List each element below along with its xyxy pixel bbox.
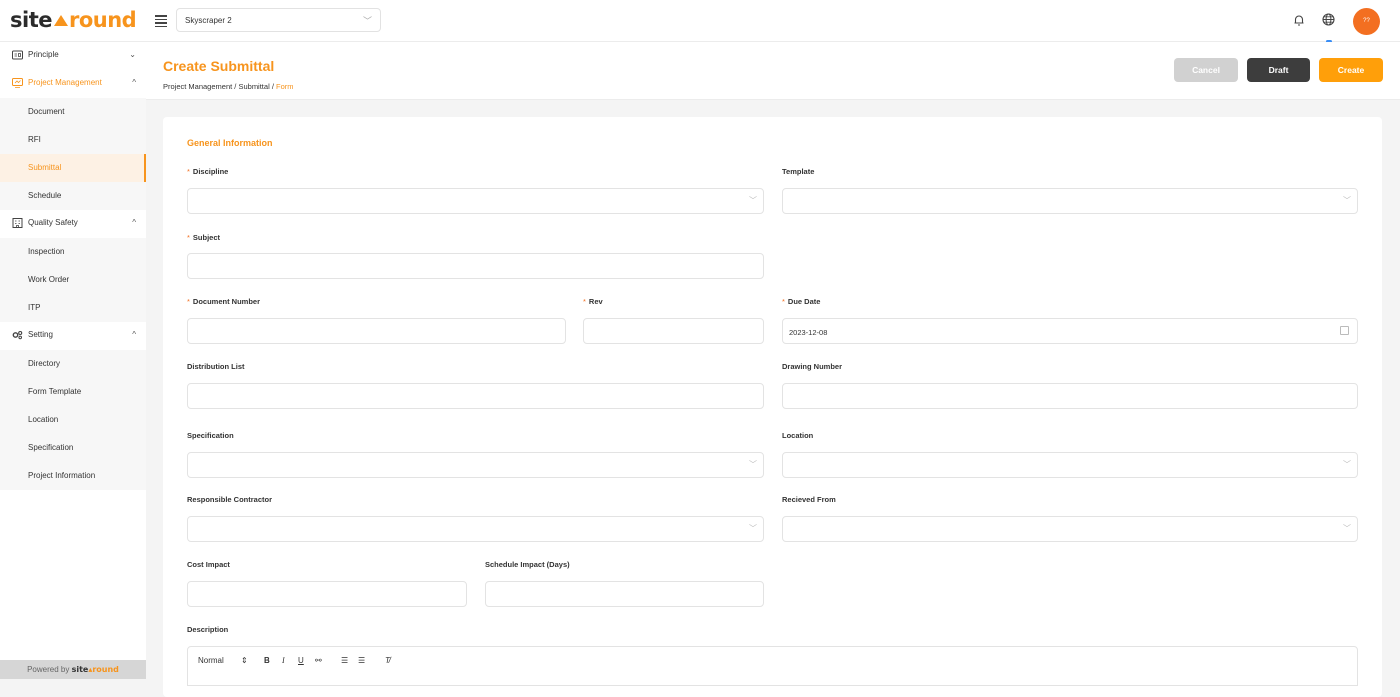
ordered-list-icon[interactable]: ☰ bbox=[341, 656, 348, 665]
document-number-input[interactable] bbox=[187, 318, 566, 344]
link-icon[interactable]: ⚯ bbox=[315, 656, 322, 665]
chevron-down-icon: ⌄ bbox=[129, 50, 136, 59]
avatar[interactable]: ?? bbox=[1353, 8, 1380, 35]
menu-toggle-icon[interactable] bbox=[155, 13, 167, 27]
location-select[interactable]: ﹀ bbox=[782, 452, 1358, 478]
subject-label: * Subject bbox=[187, 233, 221, 242]
sidebar-item-rfi[interactable]: RFI bbox=[0, 126, 146, 154]
cost-impact-label: Cost Impact bbox=[187, 560, 230, 569]
sidebar-item-location[interactable]: Location bbox=[0, 406, 146, 434]
italic-icon[interactable]: I bbox=[282, 656, 285, 665]
sidebar-item-specification[interactable]: Specification bbox=[0, 434, 146, 462]
specification-label: Specification bbox=[187, 431, 234, 440]
received-from-select[interactable]: ﹀ bbox=[782, 516, 1358, 542]
schedule-impact-input[interactable] bbox=[485, 581, 764, 607]
page-header: Create Submittal Project Management / Su… bbox=[146, 42, 1400, 100]
globe-icon[interactable] bbox=[1321, 12, 1336, 27]
subject-input[interactable] bbox=[187, 253, 764, 279]
document-number-label: * Document Number bbox=[187, 297, 261, 306]
building-icon bbox=[12, 218, 23, 228]
specification-select[interactable]: ﹀ bbox=[187, 452, 764, 478]
rev-label: * Rev bbox=[583, 297, 603, 306]
chevron-up-icon: ^ bbox=[132, 330, 136, 339]
logo-triangle-icon bbox=[53, 15, 68, 26]
description-label: Description bbox=[187, 625, 229, 634]
discipline-select[interactable]: ﹀ bbox=[187, 188, 764, 214]
due-date-picker[interactable]: 2023-12-08 bbox=[782, 318, 1358, 344]
create-button[interactable]: Create bbox=[1319, 58, 1383, 82]
received-from-label: Recieved From bbox=[782, 495, 836, 504]
sidebar: Principle ⌄ Project Management ^ Documen… bbox=[0, 42, 146, 679]
distribution-list-input[interactable] bbox=[187, 383, 764, 409]
format-select[interactable]: Normal bbox=[198, 656, 224, 665]
bold-icon[interactable]: B bbox=[264, 656, 270, 665]
powered-by-footer: Powered by site▴round bbox=[0, 660, 146, 679]
drawing-number-input[interactable] bbox=[782, 383, 1358, 409]
sidebar-item-schedule[interactable]: Schedule bbox=[0, 182, 146, 210]
gears-icon bbox=[12, 330, 23, 340]
template-select[interactable]: ﹀ bbox=[782, 188, 1358, 214]
distribution-list-label: Distribution List bbox=[187, 362, 245, 371]
sidebar-group-setting[interactable]: Setting ^ bbox=[0, 322, 146, 350]
chevron-down-icon: ﹀ bbox=[749, 524, 757, 533]
chevron-down-icon: ﹀ bbox=[749, 460, 757, 469]
location-label: Location bbox=[782, 431, 814, 440]
chevron-up-icon: ^ bbox=[132, 218, 136, 227]
sidebar-item-inspection[interactable]: Inspection bbox=[0, 238, 146, 266]
rev-input[interactable] bbox=[583, 318, 764, 344]
sidebar-submenu-setting: Directory Form Template Location Specifi… bbox=[0, 350, 146, 490]
sidebar-item-work-order[interactable]: Work Order bbox=[0, 266, 146, 294]
responsible-contractor-select[interactable]: ﹀ bbox=[187, 516, 764, 542]
calendar-icon bbox=[1340, 326, 1349, 335]
draft-button[interactable]: Draft bbox=[1247, 58, 1310, 82]
discipline-label: * Discipline bbox=[187, 167, 229, 176]
chevron-down-icon: ﹀ bbox=[1343, 196, 1351, 205]
chevron-up-icon: ^ bbox=[132, 78, 136, 87]
section-title: General Information bbox=[187, 138, 273, 148]
project-select-value: Skyscraper 2 bbox=[185, 16, 232, 25]
sidebar-group-quality-safety[interactable]: Quality Safety ^ bbox=[0, 210, 146, 238]
schedule-impact-label: Schedule Impact (Days) bbox=[485, 560, 570, 569]
sidebar-item-document[interactable]: Document bbox=[0, 98, 146, 126]
sidebar-item-form-template[interactable]: Form Template bbox=[0, 378, 146, 406]
chevron-down-icon: ﹀ bbox=[362, 16, 372, 26]
cancel-button[interactable]: Cancel bbox=[1174, 58, 1238, 82]
id-card-icon bbox=[12, 50, 23, 60]
sidebar-group-principle[interactable]: Principle ⌄ bbox=[0, 42, 146, 70]
breadcrumb: Project Management / Submittal / Form bbox=[163, 82, 294, 91]
breadcrumb-project-management[interactable]: Project Management bbox=[163, 82, 232, 91]
breadcrumb-form: Form bbox=[276, 82, 294, 91]
sidebar-item-submittal[interactable]: Submittal bbox=[0, 154, 146, 182]
cost-impact-input[interactable] bbox=[187, 581, 467, 607]
sidebar-submenu-quality-safety: Inspection Work Order ITP bbox=[0, 238, 146, 322]
submittal-form: General Information * Discipline ﹀ Templa… bbox=[163, 117, 1382, 697]
underline-icon[interactable]: U bbox=[298, 656, 304, 665]
sidebar-submenu-project-management: Document RFI Submittal Schedule bbox=[0, 98, 146, 210]
bullet-list-icon[interactable]: ☰ bbox=[358, 656, 365, 665]
chevron-down-icon: ﹀ bbox=[1343, 460, 1351, 469]
project-select[interactable]: Skyscraper 2 ﹀ bbox=[176, 8, 381, 32]
sidebar-group-project-management[interactable]: Project Management ^ bbox=[0, 70, 146, 98]
page-title: Create Submittal bbox=[163, 58, 275, 74]
monitor-icon bbox=[12, 78, 23, 88]
chevron-down-icon: ﹀ bbox=[1343, 524, 1351, 533]
description-editor[interactable]: Normal ⇕ B I U ⚯ ☰ ☰ T̸ bbox=[187, 646, 1358, 686]
template-label: Template bbox=[782, 167, 815, 176]
bell-icon[interactable] bbox=[1292, 13, 1306, 27]
clear-format-icon[interactable]: T̸ bbox=[385, 656, 390, 665]
sidebar-item-itp[interactable]: ITP bbox=[0, 294, 146, 322]
due-date-label: * Due Date bbox=[782, 297, 821, 306]
top-bar: site round Skyscraper 2 ﹀ ?? bbox=[0, 0, 1400, 43]
format-select-arrows-icon[interactable]: ⇕ bbox=[241, 656, 248, 665]
powered-by-logo: site▴round bbox=[71, 665, 119, 674]
chevron-down-icon: ﹀ bbox=[749, 196, 757, 205]
responsible-contractor-label: Responsible Contractor bbox=[187, 495, 273, 504]
sidebar-item-project-information[interactable]: Project Information bbox=[0, 462, 146, 490]
breadcrumb-submittal[interactable]: Submittal bbox=[238, 82, 269, 91]
site-round-logo[interactable]: site round bbox=[10, 8, 137, 32]
drawing-number-label: Drawing Number bbox=[782, 362, 843, 371]
sidebar-item-directory[interactable]: Directory bbox=[0, 350, 146, 378]
